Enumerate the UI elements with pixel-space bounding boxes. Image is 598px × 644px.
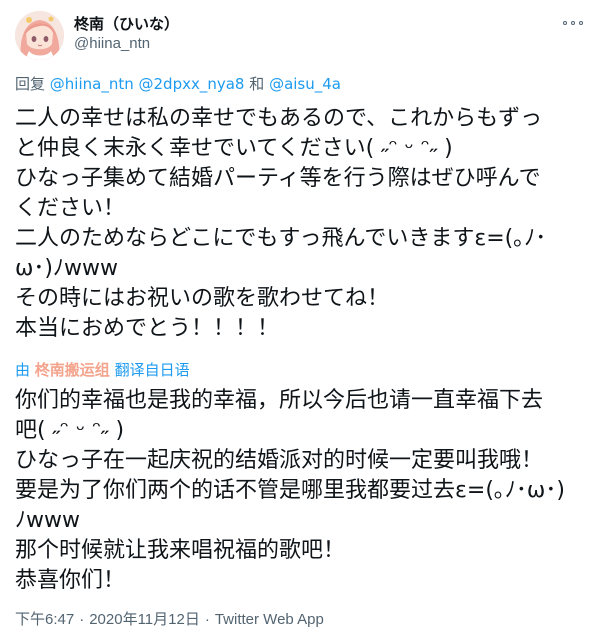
mention-link[interactable]: @2dpxx_nya8	[139, 75, 245, 93]
display-name[interactable]: 柊南（ひいな）	[74, 14, 179, 34]
tweet-source[interactable]: Twitter Web App	[215, 611, 324, 628]
tweet-text-line: 本当におめでとう！！！！	[15, 316, 280, 341]
user-handle[interactable]: @hiina_ntn	[74, 34, 179, 54]
meta-separator: ·	[204, 611, 210, 628]
translated-text-line: 那个时候就让我来唱祝福的歌吧！	[15, 538, 346, 563]
tweet-text: 二人の幸せは私の幸せでもあるので、これからもずっ と仲良く末永く幸せでいてくださ…	[15, 104, 585, 344]
translator-name[interactable]: 柊南搬运组	[35, 361, 110, 379]
tweet-text-line: と仲良く末永く幸せでいてください( ˶ᵔ ᵕ ᵔ˶ )	[15, 136, 453, 161]
replying-prefix: 回复	[15, 75, 46, 93]
tweet-text-line: 二人のためならどこにでもすっ飛んでいきますε=(｡ﾉ･	[15, 226, 547, 251]
translated-text-line: ﾉwww	[15, 508, 80, 533]
more-dot	[579, 21, 583, 25]
translation-attribution: 由 柊南搬运组 翻译自日语	[15, 360, 190, 380]
translated-text: 你们的幸福也是我的幸福，所以今后也请一直幸福下去 吧( ˶ᵔ ᵕ ᵔ˶ ) ひな…	[15, 386, 585, 596]
tweet-container: 柊南（ひいな） @hiina_ntn 回复 @hiina_ntn @2dpxx_…	[0, 0, 598, 644]
tweet-text-line: その時にはお祝いの歌を歌わせてね！	[15, 286, 390, 311]
translated-text-line: ひなっ子在一起庆祝的结婚派对的时候一定要叫我哦！	[15, 448, 544, 473]
user-names: 柊南（ひいな） @hiina_ntn	[74, 14, 179, 54]
tweet-text-line: ひなっ子集めて結婚パーティ等を行う際はぜひ呼んで	[15, 166, 541, 191]
tweet-text-line: ω･)ﾉwww	[15, 256, 118, 281]
replying-conjunction: 和	[249, 75, 265, 93]
translation-suffix[interactable]: 翻译自日语	[115, 361, 190, 379]
mention-link[interactable]: @hiina_ntn	[50, 75, 134, 93]
tweet-meta: 下午6:47 · 2020年11月12日 · Twitter Web App	[15, 610, 324, 630]
translated-text-line: 恭喜你们！	[15, 568, 126, 593]
translation-prefix: 由	[15, 361, 31, 379]
tweet-text-line: ください！	[15, 196, 126, 221]
translated-text-line: 吧( ˶ᵔ ᵕ ᵔ˶ )	[15, 418, 125, 443]
replying-to: 回复 @hiina_ntn @2dpxx_nya8 和 @aisu_4a	[15, 74, 341, 94]
tweet-header: 柊南（ひいな） @hiina_ntn	[15, 11, 583, 61]
more-options-icon[interactable]	[563, 17, 583, 29]
translated-text-line: 要是为了你们两个的话不管是哪里我都要过去ε=(｡ﾉ･ω･)	[15, 478, 565, 503]
more-dot	[571, 21, 575, 25]
translated-text-line: 你们的幸福也是我的幸福，所以今后也请一直幸福下去	[15, 388, 544, 413]
tweet-date[interactable]: 2020年11月12日	[89, 611, 200, 628]
more-dot	[563, 21, 567, 25]
meta-separator: ·	[79, 611, 85, 628]
avatar[interactable]	[15, 11, 64, 60]
mention-link[interactable]: @aisu_4a	[269, 75, 341, 93]
anime-girl-avatar-icon	[15, 11, 64, 60]
tweet-time[interactable]: 下午6:47	[15, 611, 74, 628]
tweet-text-line: 二人の幸せは私の幸せでもあるので、これからもずっ	[15, 106, 543, 131]
